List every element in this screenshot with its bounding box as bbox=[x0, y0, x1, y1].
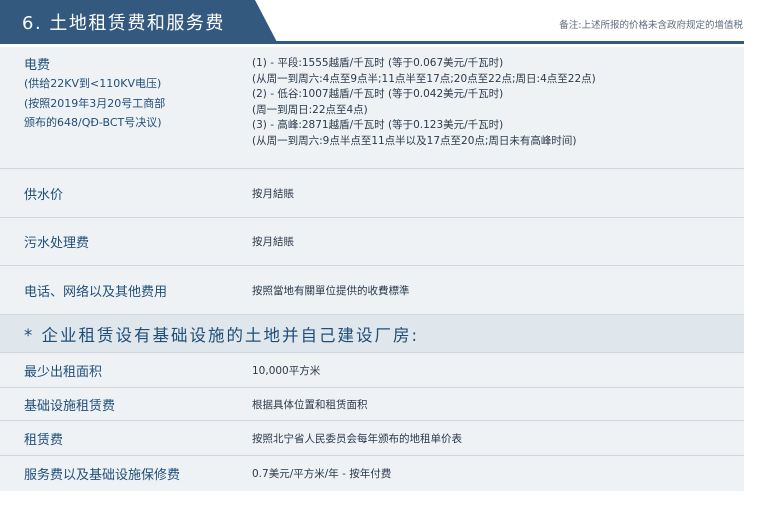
row-label: 供水价 bbox=[24, 187, 64, 203]
subsection-heading: * 企业租赁设有基础设施的土地并自己建设厂房: bbox=[0, 315, 744, 353]
normal-rate: (1) - 平段:1555越盾/千瓦时 (等于0.067美元/千瓦时) bbox=[252, 57, 504, 69]
section-title: 6. 土地租赁费和服务费 bbox=[22, 13, 225, 34]
off-peak-hours: (周一到周日:22点至4点) bbox=[252, 103, 368, 116]
row-value: 按月結賬 bbox=[252, 236, 294, 248]
row-value: 按照北宁省人民委员会每年颁布的地租单价表 bbox=[252, 432, 462, 445]
fee-table: 电费 (供给22KV到<110KV电压) (按照2019年3月20号工商部 颁布… bbox=[0, 47, 744, 491]
row-value: 按月結賬 bbox=[252, 187, 294, 200]
electricity-label-cell: 电费 (供给22KV到<110KV电压) (按照2019年3月20号工商部 颁布… bbox=[0, 47, 252, 168]
section-header: 6. 土地租赁费和服务费 备注:上述所报的价格未含政府规定的增值税 bbox=[0, 0, 780, 44]
telecom-row: 电话、网络以及其他费用 按照當地有關單位提供的收費標準 bbox=[0, 266, 744, 315]
row-value: 按照當地有關單位提供的收費標準 bbox=[252, 284, 410, 297]
peak-rate: (3) - 高峰:2871越盾/千瓦时 (等于0.123美元/千瓦时) bbox=[252, 119, 504, 131]
row-label: 最少出租面积 bbox=[24, 364, 103, 380]
wastewater-row: 污水处理费 按月結賬 bbox=[0, 218, 744, 266]
row-value: 0.7美元/平方米/年 - 按年付费 bbox=[252, 468, 392, 480]
rent-row: 租赁费 按照北宁省人民委员会每年颁布的地租单价表 bbox=[0, 421, 744, 456]
electricity-decision-number: 颁布的648/QĐ-BCT号决议) bbox=[24, 116, 162, 129]
row-label: 基础设施租赁费 bbox=[24, 398, 116, 414]
min-area-row: 最少出租面积 10,000平方米 bbox=[0, 353, 744, 388]
row-label: 租赁费 bbox=[24, 432, 64, 448]
electricity-value-cell: (1) - 平段:1555越盾/千瓦时 (等于0.067美元/千瓦时) (从周一… bbox=[252, 47, 744, 168]
off-peak-rate: (2) - 低谷:1007越盾/千瓦时 (等于0.042美元/千瓦时) bbox=[252, 88, 504, 100]
normal-rate-hours: (从周一到周六:4点至9点半;11点半至17点;20点至22点;周日:4点至22… bbox=[252, 72, 596, 85]
electricity-label: 电费 bbox=[24, 58, 51, 73]
row-value: 10,000平方米 bbox=[252, 364, 321, 377]
row-value: 根据具体位置和租赁面积 bbox=[252, 398, 368, 411]
electricity-decision-note: (按照2019年3月20号工商部 bbox=[24, 96, 166, 110]
service-fee-row: 服务费以及基础设施保修费 0.7美元/平方米/年 - 按年付费 bbox=[0, 456, 744, 491]
infrastructure-rent-row: 基础设施租赁费 根据具体位置和租赁面积 bbox=[0, 388, 744, 421]
electricity-voltage-note: (供给22KV到<110KV电压) bbox=[24, 77, 162, 90]
water-row: 供水价 按月結賬 bbox=[0, 169, 744, 218]
row-label: 电话、网络以及其他费用 bbox=[24, 284, 168, 300]
vat-note: 备注:上述所报的价格未含政府规定的增值税 bbox=[559, 20, 743, 31]
peak-hours: (从周一到周六:9点半点至11点半以及17点至20点;周日未有高峰时间) bbox=[252, 134, 577, 147]
electricity-row: 电费 (供给22KV到<110KV电压) (按照2019年3月20号工商部 颁布… bbox=[0, 47, 744, 169]
row-label: 服务费以及基础设施保修费 bbox=[24, 468, 181, 483]
row-label: 污水处理费 bbox=[24, 236, 90, 251]
